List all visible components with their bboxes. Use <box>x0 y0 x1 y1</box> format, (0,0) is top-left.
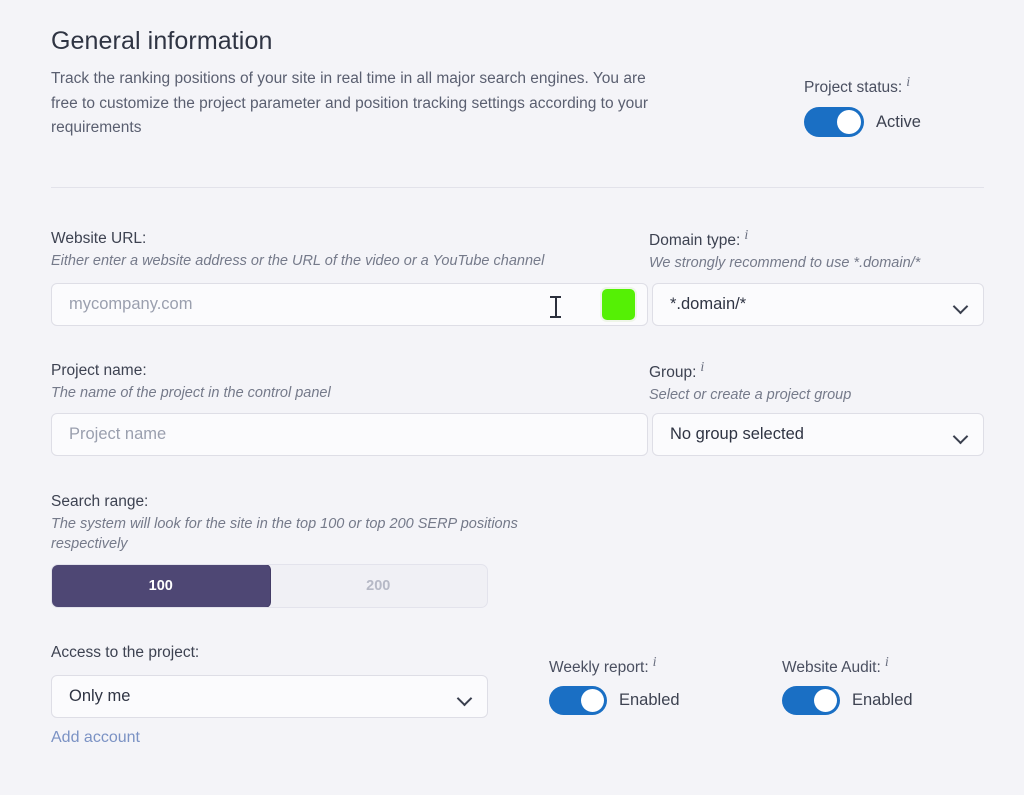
domain-type-hint: We strongly recommend to use *.domain/* <box>649 253 984 273</box>
section-divider <box>51 187 984 188</box>
general-information-panel: General information Track the ranking po… <box>0 0 1024 795</box>
toggle-knob <box>581 689 604 712</box>
chevron-down-icon <box>954 431 967 439</box>
weekly-report-toggle[interactable] <box>549 686 607 715</box>
website-audit-toggle[interactable] <box>782 686 840 715</box>
search-range-label: Search range: <box>51 492 521 512</box>
weekly-report-label-text: Weekly report: <box>549 659 649 676</box>
website-url-labels: Website URL: Either enter a website addr… <box>51 229 649 273</box>
search-range-segmented-control[interactable]: 100 200 <box>51 564 488 608</box>
info-icon[interactable]: i <box>744 228 748 243</box>
group-select[interactable]: No group selected <box>652 413 984 456</box>
group-hint: Select or create a project group <box>649 385 984 405</box>
name-group-label-row: Project name: The name of the project in… <box>51 361 984 405</box>
chevron-down-icon <box>954 301 967 309</box>
access-select[interactable]: Only me <box>51 675 488 718</box>
project-status-label: Project status: i <box>804 76 984 97</box>
search-range-option-200[interactable]: 200 <box>270 565 488 607</box>
website-audit-label-text: Website Audit: <box>782 659 881 676</box>
domain-type-label-text: Domain type: <box>649 232 740 249</box>
website-url-placeholder: mycompany.com <box>69 295 602 314</box>
website-url-input[interactable]: mycompany.com <box>51 283 648 326</box>
domain-type-labels: Domain type: i We strongly recommend to u… <box>649 229 984 273</box>
domain-type-select[interactable]: *.domain/* <box>652 283 984 326</box>
access-label-block: Access to the project: <box>51 644 199 662</box>
weekly-report-value: Enabled <box>619 691 680 710</box>
header: General information Track the ranking po… <box>51 25 651 141</box>
project-status-label-text: Project status: <box>804 79 902 96</box>
info-icon[interactable]: i <box>885 655 889 670</box>
project-name-labels: Project name: The name of the project in… <box>51 361 649 405</box>
group-label-text: Group: <box>649 364 696 381</box>
search-range-hint: The system will look for the site in the… <box>51 514 521 554</box>
website-audit-block: Website Audit: i Enabled <box>782 656 913 715</box>
url-domain-label-row: Website URL: Either enter a website addr… <box>51 229 984 273</box>
project-name-placeholder: Project name <box>69 425 166 444</box>
url-status-indicator <box>602 289 635 320</box>
access-label: Access to the project: <box>51 644 199 662</box>
page-title: General information <box>51 25 651 57</box>
group-selected-value: No group selected <box>670 425 954 444</box>
weekly-report-block: Weekly report: i Enabled <box>549 656 680 715</box>
project-status-block: Project status: i Active <box>804 76 984 137</box>
website-audit-control-row: Enabled <box>782 686 913 715</box>
domain-type-selected-value: *.domain/* <box>670 295 954 314</box>
project-status-toggle[interactable] <box>804 107 864 137</box>
project-name-label: Project name: <box>51 361 649 381</box>
weekly-report-label: Weekly report: i <box>549 656 680 677</box>
domain-type-label: Domain type: i <box>649 229 984 251</box>
page-description: Track the ranking positions of your site… <box>51 67 651 141</box>
info-icon[interactable]: i <box>700 360 704 375</box>
project-name-hint: The name of the project in the control p… <box>51 383 649 403</box>
group-label: Group: i <box>649 361 984 383</box>
info-icon[interactable]: i <box>906 75 910 90</box>
info-icon[interactable]: i <box>653 655 657 670</box>
weekly-report-control-row: Enabled <box>549 686 680 715</box>
website-url-label: Website URL: <box>51 229 649 249</box>
group-labels: Group: i Select or create a project group <box>649 361 984 405</box>
project-status-control-row: Active <box>804 107 984 137</box>
project-name-input[interactable]: Project name <box>51 413 648 456</box>
add-account-link[interactable]: Add account <box>51 729 140 747</box>
access-selected-value: Only me <box>69 687 458 706</box>
toggle-knob <box>837 110 861 134</box>
website-audit-label: Website Audit: i <box>782 656 913 677</box>
website-audit-value: Enabled <box>852 691 913 710</box>
toggle-knob <box>814 689 837 712</box>
project-status-value: Active <box>876 113 921 132</box>
search-range-labels: Search range: The system will look for t… <box>51 492 521 554</box>
search-range-option-100[interactable]: 100 <box>51 564 271 608</box>
chevron-down-icon <box>458 693 471 701</box>
website-url-hint: Either enter a website address or the UR… <box>51 251 649 271</box>
